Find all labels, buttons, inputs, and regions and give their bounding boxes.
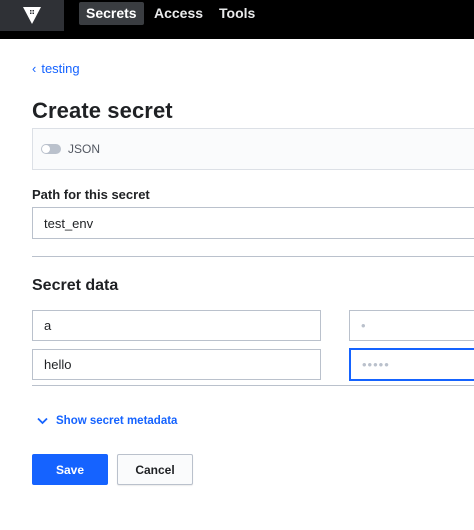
json-toggle-switch[interactable]: [41, 144, 61, 154]
path-input[interactable]: [32, 207, 474, 239]
nav-item-tools[interactable]: Tools: [212, 2, 262, 25]
nav-item-secrets[interactable]: Secrets: [79, 2, 144, 25]
path-label: Path for this secret: [32, 187, 150, 202]
masked-value: •: [361, 318, 367, 333]
cancel-button[interactable]: Cancel: [117, 454, 193, 485]
toggle-knob: [42, 145, 50, 153]
nav-item-access[interactable]: Access: [147, 2, 210, 25]
save-button[interactable]: Save: [32, 454, 108, 485]
section-divider: [32, 385, 474, 386]
top-navigation-bar: Secrets Access Tools: [0, 0, 474, 39]
breadcrumb[interactable]: ‹ testing: [32, 61, 80, 76]
secret-value-input[interactable]: •: [349, 310, 474, 341]
secret-data-title: Secret data: [32, 277, 119, 294]
secret-value-input[interactable]: •••••: [349, 348, 474, 381]
page-title: Create secret: [32, 98, 173, 123]
json-toolbar: JSON: [32, 128, 474, 170]
chevron-left-icon: ‹: [32, 61, 37, 76]
chevron-down-icon: [37, 417, 48, 425]
show-metadata-toggle[interactable]: Show secret metadata: [37, 415, 177, 427]
section-divider: [32, 256, 474, 257]
json-toggle-label: JSON: [68, 142, 101, 156]
vault-logo-icon[interactable]: [0, 0, 64, 31]
secret-key-input[interactable]: [32, 310, 321, 341]
show-metadata-label: Show secret metadata: [56, 415, 178, 427]
breadcrumb-link[interactable]: testing: [41, 61, 79, 76]
masked-value: •••••: [362, 357, 390, 372]
secret-key-input[interactable]: [32, 349, 321, 380]
